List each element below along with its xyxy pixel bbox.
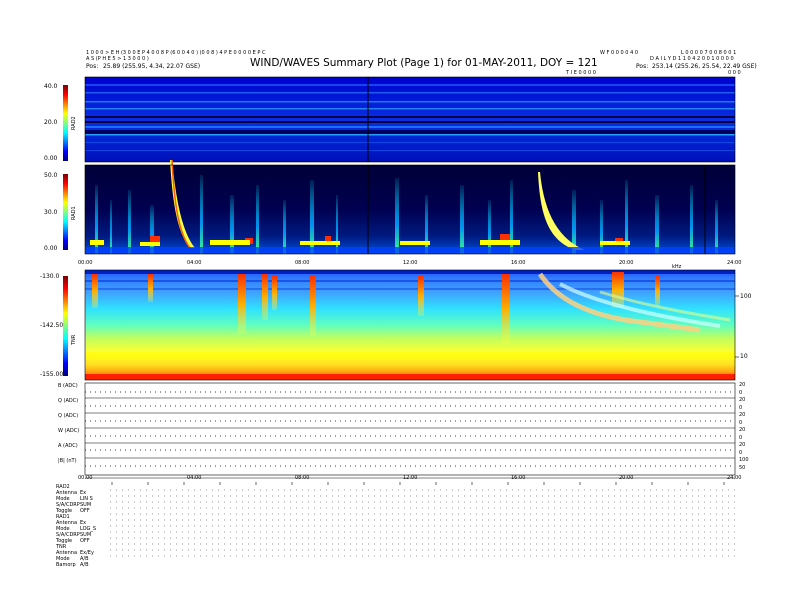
status-grid (110, 489, 735, 557)
trace-right-tick-5a: 100 (739, 457, 749, 463)
trace-right-tick-0a: 20 (739, 382, 746, 388)
rad2-spectrogram (84, 76, 736, 163)
status-tnr-val-2: A/B (80, 562, 89, 568)
bottom-time-tick-4: 16:00 (511, 475, 526, 481)
trace-right-tick-1a: 20 (739, 397, 746, 403)
summary-plot-canvas (84, 76, 739, 557)
tnr-spectrogram (84, 269, 739, 381)
trace-right-tick-1b: 0 (739, 405, 743, 411)
trace-right-tick-5b: 50 (739, 465, 746, 471)
trace-label-2: Q (ADC) (58, 413, 79, 419)
status-rad1-val-3: OFF (80, 538, 90, 544)
trace-label-0: B (ADC) (58, 383, 78, 389)
status-rad2-val-3: OFF (80, 508, 90, 514)
trace-label-3: W (ADC) (58, 428, 80, 434)
bottom-time-tick-1: 04:00 (187, 475, 202, 481)
bottom-time-tick-3: 12:00 (403, 475, 418, 481)
trace-right-tick-3b: 0 (739, 435, 743, 441)
bottom-time-tick-6: 24:00 (727, 475, 742, 481)
trace-right-tick-4b: 0 (739, 450, 743, 456)
status-tnr-key-2: Bamorp (56, 562, 76, 568)
bottom-time-tick-0: 00:00 (78, 475, 93, 481)
bottom-time-tick-2: 08:00 (295, 475, 310, 481)
trace-panels (84, 382, 736, 476)
trace-right-tick-2b: 0 (739, 420, 743, 426)
trace-right-tick-4a: 20 (739, 442, 746, 448)
bottom-time-tick-5: 20:00 (619, 475, 634, 481)
trace-right-tick-3a: 20 (739, 427, 746, 433)
rad1-spectrogram (84, 159, 736, 255)
trace-label-4: A (ADC) (58, 443, 78, 449)
trace-right-tick-2a: 20 (739, 412, 746, 418)
trace-label-1: Q (ADC) (58, 398, 79, 404)
trace-right-tick-0b: 0 (739, 390, 743, 396)
trace-label-5: |B| (nT) (58, 458, 77, 464)
